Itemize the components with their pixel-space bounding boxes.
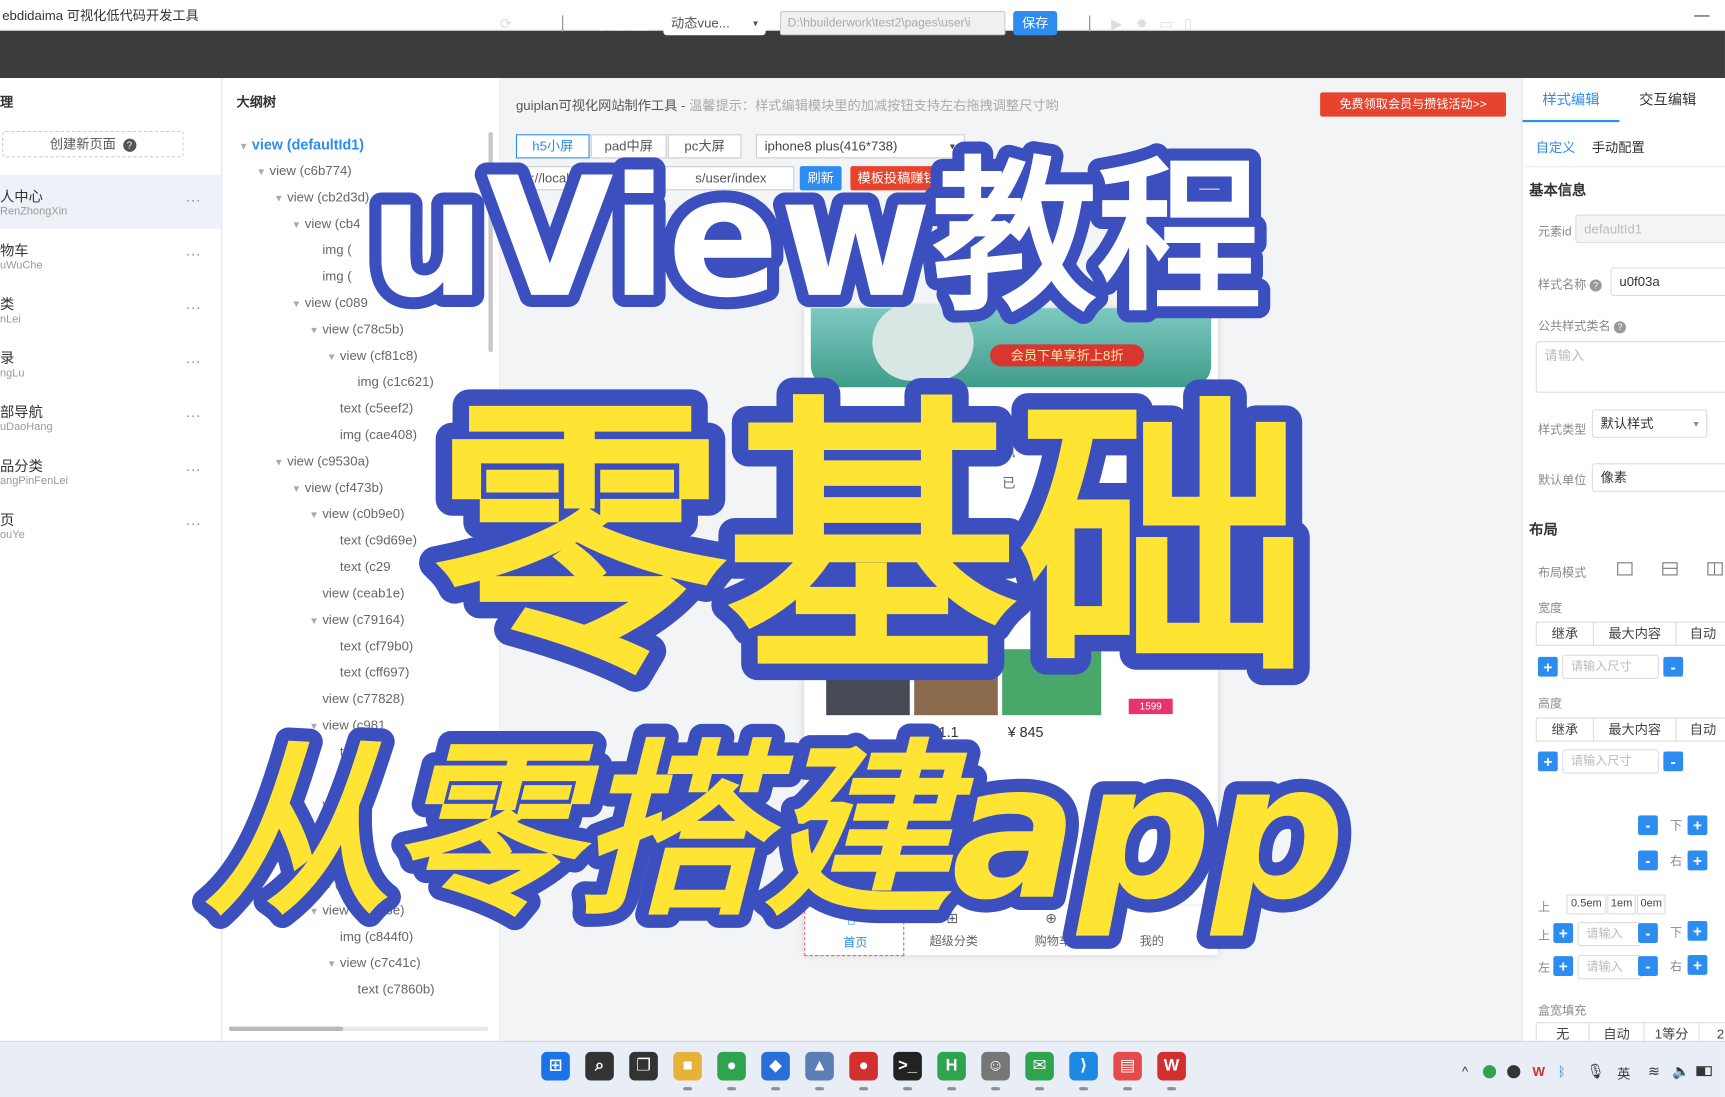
overlay-title-line-3: 从零搭建app: [204, 724, 1346, 942]
overlay-title-line-2: 零基础: [435, 373, 1310, 713]
overlay-title-line-1: uView教程: [369, 142, 1262, 334]
thumbnail-overlay: uView教程 零基础 从零搭建app: [190, 130, 1358, 955]
